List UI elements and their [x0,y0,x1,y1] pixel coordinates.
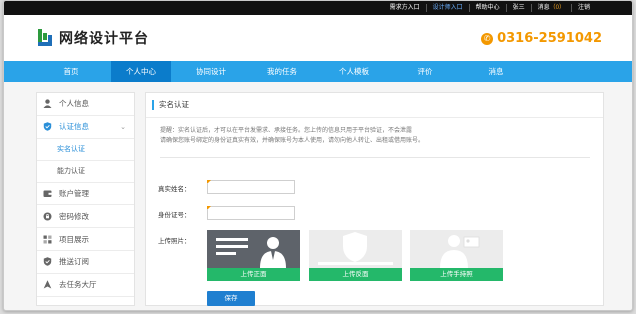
navigate-icon [43,280,52,289]
photo-upload-label: 上传照片： [158,238,191,245]
sidebar-item-label: 认证信息 [59,122,89,132]
person-icon [43,99,52,109]
upload-handheld-card[interactable]: 上传手持照 [410,230,503,281]
app-window: 需求方入口 设计师入口 帮助中心 张三 消息（0） 注销 网络设计平台 ✆ 03… [3,0,633,311]
save-button[interactable]: 保存 [207,291,255,306]
sidebar-sub-ability[interactable]: 能力认证 [37,161,134,183]
hotline-number: 0316-2591042 [497,31,602,46]
sidebar-sub-real-name[interactable]: 实名认证 [37,139,134,161]
upload-handheld-button[interactable]: 上传手持照 [410,268,503,281]
shield-check-icon [43,122,52,131]
title-divider [146,117,603,118]
main-panel: 实名认证 提醒：实名认证后，才可以在平台发需求、承接任务。您上传的信息只用于平台… [145,92,604,306]
link-demand-entry[interactable]: 需求方入口 [384,4,426,12]
sidebar-item-projects[interactable]: 项目展示 [37,228,134,251]
nav-collaborative-design[interactable]: 协同设计 [181,61,241,82]
sidebar-item-task-hall[interactable]: 去任务大厅 [37,274,134,297]
nav-home[interactable]: 首页 [41,61,101,82]
sidebar-item-certification[interactable]: 认证信息 ⌄ [37,116,134,139]
id-number-label: 身份证号： [158,212,191,219]
sidebar-item-label: 个人信息 [59,99,89,109]
real-name-label: 真实姓名： [158,186,191,193]
top-links: 需求方入口 设计师入口 帮助中心 张三 消息（0） 注销 [384,1,596,15]
required-marker [207,180,211,184]
notice-line-1: 提醒：实名认证后，才可以在平台发需求、承接任务。您上传的信息只用于平台验证，不会… [160,128,413,134]
messages-count: （0） [549,5,565,11]
upload-back-card[interactable]: 上传反面 [309,230,402,281]
sidebar-item-account[interactable]: 账户管理 [37,183,134,206]
hotline: ✆ 0316-2591042 [481,31,602,46]
logo-mark-icon [37,29,53,47]
link-messages[interactable]: 消息（0） [530,4,571,12]
sidebar-item-password[interactable]: 密码修改 [37,205,134,229]
link-help-center[interactable]: 帮助中心 [468,4,506,12]
upload-front-card[interactable]: 上传正面 [207,230,300,281]
sidebar: 个人信息 认证信息 ⌄ 实名认证 能力认证 账户管理 密码修改 项目展示 推送订… [36,92,135,306]
sidebar-item-label: 项目展示 [59,234,89,244]
link-logout[interactable]: 注销 [570,4,596,12]
sidebar-item-subscriptions[interactable]: 推送订阅 [37,251,134,274]
nav-my-tasks[interactable]: 我的任务 [252,61,312,82]
site-logo[interactable]: 网络设计平台 [37,28,149,48]
messages-label: 消息 [537,5,550,11]
sidebar-item-label: 密码修改 [59,211,89,221]
sidebar-item-label: 去任务大厅 [59,280,97,290]
id-number-input[interactable] [207,206,295,220]
main-nav: 首页 个人中心 协同设计 我的任务 个人模板 评价 消息 [4,61,632,82]
site-header: 网络设计平台 ✆ 0316-2591042 [4,15,632,61]
link-designer-entry[interactable]: 设计师入口 [425,4,469,12]
notice-text: 提醒：实名认证后，才可以在平台发需求、承接任务。您上传的信息只用于平台验证，不会… [160,126,590,146]
wallet-icon [43,189,52,198]
sidebar-item-label: 账户管理 [59,188,89,198]
handheld-photo-icon [410,230,503,268]
real-name-input[interactable] [207,180,295,194]
page-title: 实名认证 [152,100,189,110]
id-front-icon [207,230,300,268]
nav-messages[interactable]: 消息 [466,61,526,82]
grid-icon [43,235,52,244]
phone-icon: ✆ [481,32,494,45]
upload-back-button[interactable]: 上传反面 [309,268,402,281]
brand-name: 网络设计平台 [59,30,149,46]
sidebar-item-personal-info[interactable]: 个人信息 [37,93,134,116]
upload-front-button[interactable]: 上传正面 [207,268,300,281]
link-username[interactable]: 张三 [505,4,531,12]
nav-reviews[interactable]: 评价 [395,61,455,82]
notice-divider [160,157,590,158]
required-marker [207,206,211,210]
badge-icon [43,257,52,267]
lock-icon [43,212,52,221]
chevron-down-icon: ⌄ [120,123,126,131]
sidebar-item-label: 推送订阅 [59,257,89,267]
nav-personal-templates[interactable]: 个人模板 [324,61,384,82]
notice-line-2: 请确保您账号绑定的身份证真实有效，并确保账号为本人使用，请勿向他人转让、出租或借… [160,138,425,144]
id-back-icon [309,230,402,268]
nav-personal-center[interactable]: 个人中心 [111,61,171,82]
top-utility-bar: 需求方入口 设计师入口 帮助中心 张三 消息（0） 注销 [4,1,632,15]
